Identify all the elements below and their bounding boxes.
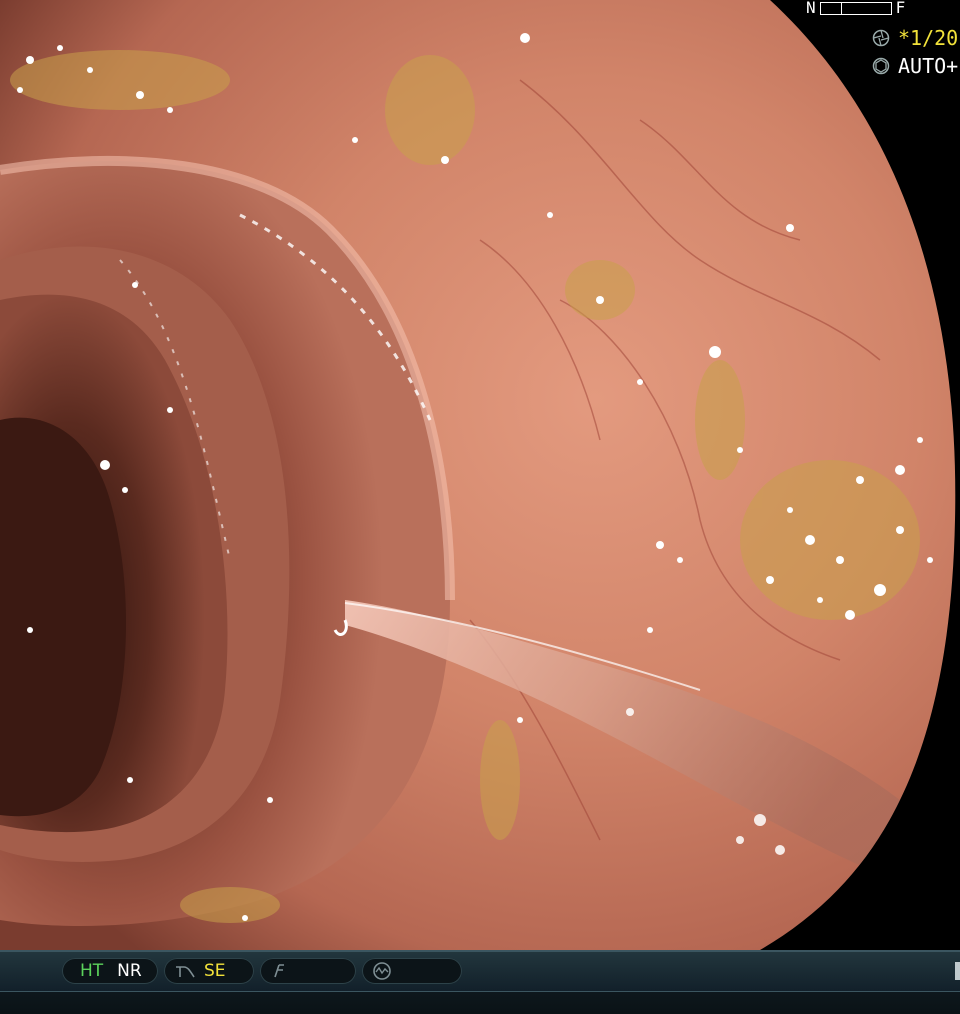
status-pill-contrast: [260, 958, 356, 984]
endoscopy-image: [0, 0, 960, 1014]
status-pill-dial: [362, 958, 462, 984]
shutter-readout: *1/20: [872, 28, 958, 48]
near-label: N: [806, 0, 816, 17]
dial-icon: [373, 962, 391, 980]
status-pill-enhance: SE: [164, 958, 254, 984]
status-bar-edge-marker: [955, 962, 960, 980]
structure-enhance-icon: [176, 966, 195, 978]
contrast-icon: [274, 964, 284, 978]
iris-mode-value: AUTO+: [898, 54, 959, 78]
iris-mode-readout: AUTO+: [872, 56, 958, 76]
shutter-icon: [872, 29, 890, 47]
se-label: SE: [204, 961, 226, 981]
far-label: F: [895, 0, 906, 17]
status-pill-ht-nr: HT NR: [62, 958, 158, 984]
shutter-value: *1/20: [898, 26, 959, 50]
near-far-indicator: N F: [806, 0, 905, 16]
ht-label: HT: [80, 961, 104, 981]
iris-icon: [872, 57, 890, 75]
near-far-bar: [819, 1, 892, 15]
nr-label: NR: [117, 961, 142, 981]
